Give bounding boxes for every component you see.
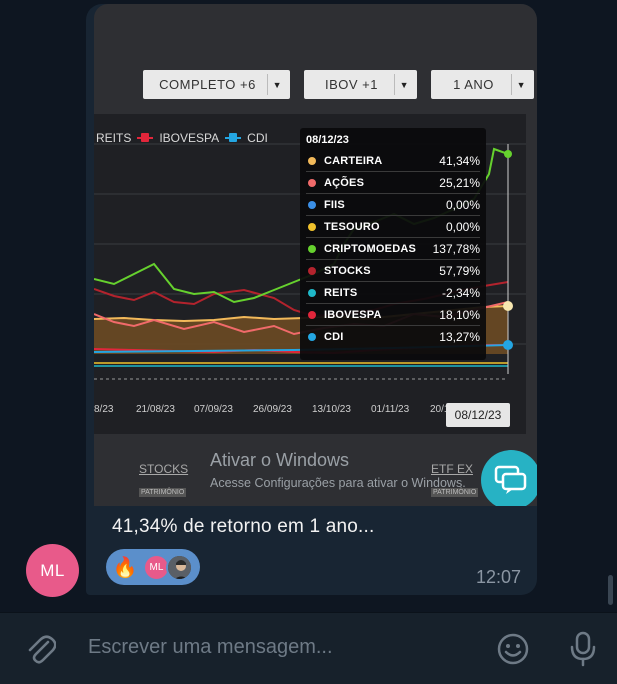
reactor-photo-avatar — [166, 553, 193, 581]
smiley-icon — [497, 633, 529, 665]
tooltip-row: CARTEIRA 41,34% — [306, 150, 480, 172]
scrollbar-track[interactable] — [607, 0, 615, 612]
message-time: 12:07 — [475, 567, 521, 587]
filter-dropdown-period[interactable]: 1 ANO ▼ — [431, 70, 534, 99]
x-tick: 01/11/23 — [371, 404, 410, 415]
tooltip-row: REITS -2,34% — [306, 282, 480, 304]
tooltip-row: CDI 13,27% — [306, 326, 480, 348]
message-text: 41,34% de retorno em 1 ano... — [112, 516, 375, 537]
series-name: STOCKS — [324, 264, 371, 277]
filter-label: IBOV +1 — [325, 77, 378, 92]
tooltip-row: CRIPTOMOEDAS 137,78% — [306, 238, 480, 260]
paperclip-icon — [28, 635, 56, 664]
fire-emoji-icon: 🔥 — [112, 556, 138, 579]
chat-fab-button[interactable] — [481, 450, 537, 506]
legend-reits: REITS — [96, 131, 132, 145]
caret-down-icon: ▼ — [516, 79, 526, 90]
series-name: FIIS — [324, 198, 345, 211]
series-dot — [308, 178, 316, 187]
caret-down-icon: ▼ — [272, 79, 282, 90]
scrollbar-thumb[interactable] — [608, 575, 613, 605]
legend-swatch-ibovespa — [137, 133, 154, 142]
x-tick: 13/10/23 — [312, 404, 351, 415]
series-name: REITS — [324, 286, 358, 299]
message-bubble[interactable]: COMPLETO +6 ▼ IBOV +1 ▼ 1 ANO ▼ REITS IB… — [86, 4, 537, 595]
series-dot — [308, 288, 316, 297]
message-image[interactable]: COMPLETO +6 ▼ IBOV +1 ▼ 1 ANO ▼ REITS IB… — [94, 4, 537, 506]
ghost-etf-label: ETF EX — [431, 462, 474, 476]
marker-cripto — [504, 150, 512, 158]
series-value: -2,34% — [441, 285, 480, 300]
series-value: 0,00% — [445, 219, 480, 234]
legend-swatch-cdi — [225, 133, 242, 142]
series-name: TESOURO — [324, 220, 380, 233]
series-dot — [308, 156, 316, 165]
tooltip-date: 08/12/23 — [306, 134, 349, 146]
series-name: AÇÕES — [324, 176, 365, 189]
series-value: 0,00% — [445, 197, 480, 212]
chat-bubbles-icon — [494, 465, 527, 494]
legend-ibovespa: IBOVESPA — [159, 131, 220, 145]
series-dot — [308, 266, 316, 275]
series-value: 137,78% — [432, 241, 480, 256]
series-value: 13,27% — [439, 330, 480, 344]
chart-legend: REITS IBOVESPA CDI — [96, 131, 268, 145]
filter-dropdown-completo[interactable]: COMPLETO +6 ▼ — [143, 70, 290, 99]
x-tick: 07/09/23 — [194, 404, 233, 415]
legend-cdi: CDI — [247, 131, 268, 145]
windows-watermark-title: Ativar o Windows — [210, 450, 350, 470]
series-value: 41,34% — [439, 153, 480, 168]
caret-down-icon: ▼ — [399, 79, 409, 90]
sender-initials: ML — [40, 560, 65, 580]
marker-cdi — [503, 340, 513, 350]
series-name: CDI — [324, 331, 344, 343]
microphone-icon — [570, 631, 596, 667]
chat-area: ML COMPLETO +6 ▼ IBOV +1 ▼ 1 ANO ▼ REITS… — [0, 0, 617, 612]
marker-carteira — [503, 301, 513, 311]
series-name: CARTEIRA — [324, 154, 383, 167]
tooltip-row: AÇÕES 25,21% — [306, 172, 480, 194]
ghost-stocks-label: STOCKS — [139, 462, 189, 476]
filter-label: COMPLETO +6 — [159, 77, 256, 92]
series-value: 18,10% — [439, 307, 480, 322]
x-tick: 26/09/23 — [253, 404, 292, 415]
series-dot — [308, 244, 316, 253]
message-composer — [0, 612, 617, 684]
x-tick-active: 08/12/23 — [446, 403, 510, 427]
chart-tooltip: 08/12/23 CARTEIRA 41,34% AÇÕES 25,21% FI… — [300, 128, 486, 360]
reaction-pill[interactable]: 🔥 ML — [106, 549, 200, 585]
tooltip-row: IBOVESPA 18,10% — [306, 304, 480, 326]
attach-button[interactable] — [22, 630, 60, 668]
tooltip-row: TESOURO 0,00% — [306, 216, 480, 238]
x-tick: 8/23 — [94, 404, 114, 415]
sender-avatar[interactable]: ML — [26, 544, 79, 597]
tooltip-row: FIIS 0,00% — [306, 194, 480, 216]
emoji-button[interactable] — [494, 630, 532, 668]
voice-message-button[interactable] — [564, 630, 602, 668]
series-dot — [308, 333, 316, 341]
person-photo-icon — [168, 555, 191, 579]
series-name: CRIPTOMOEDAS — [324, 242, 417, 255]
message-input[interactable] — [88, 636, 478, 659]
series-value: 57,79% — [439, 263, 480, 278]
x-tick: 21/08/23 — [136, 404, 175, 415]
filter-label: 1 ANO — [453, 77, 494, 92]
series-dot — [308, 310, 316, 319]
series-dot — [308, 222, 316, 231]
series-dot — [308, 200, 316, 209]
series-value: 25,21% — [439, 175, 480, 190]
tooltip-row: STOCKS 57,79% — [306, 260, 480, 282]
reactor-initials: ML — [149, 561, 164, 573]
series-name: IBOVESPA — [324, 308, 382, 321]
filter-dropdown-ibov[interactable]: IBOV +1 ▼ — [304, 70, 417, 99]
windows-watermark-subtitle: Acesse Configurações para ativar o Windo… — [210, 476, 466, 490]
ghost-patrimonio-label: PATRIMÔNIO — [139, 488, 187, 497]
